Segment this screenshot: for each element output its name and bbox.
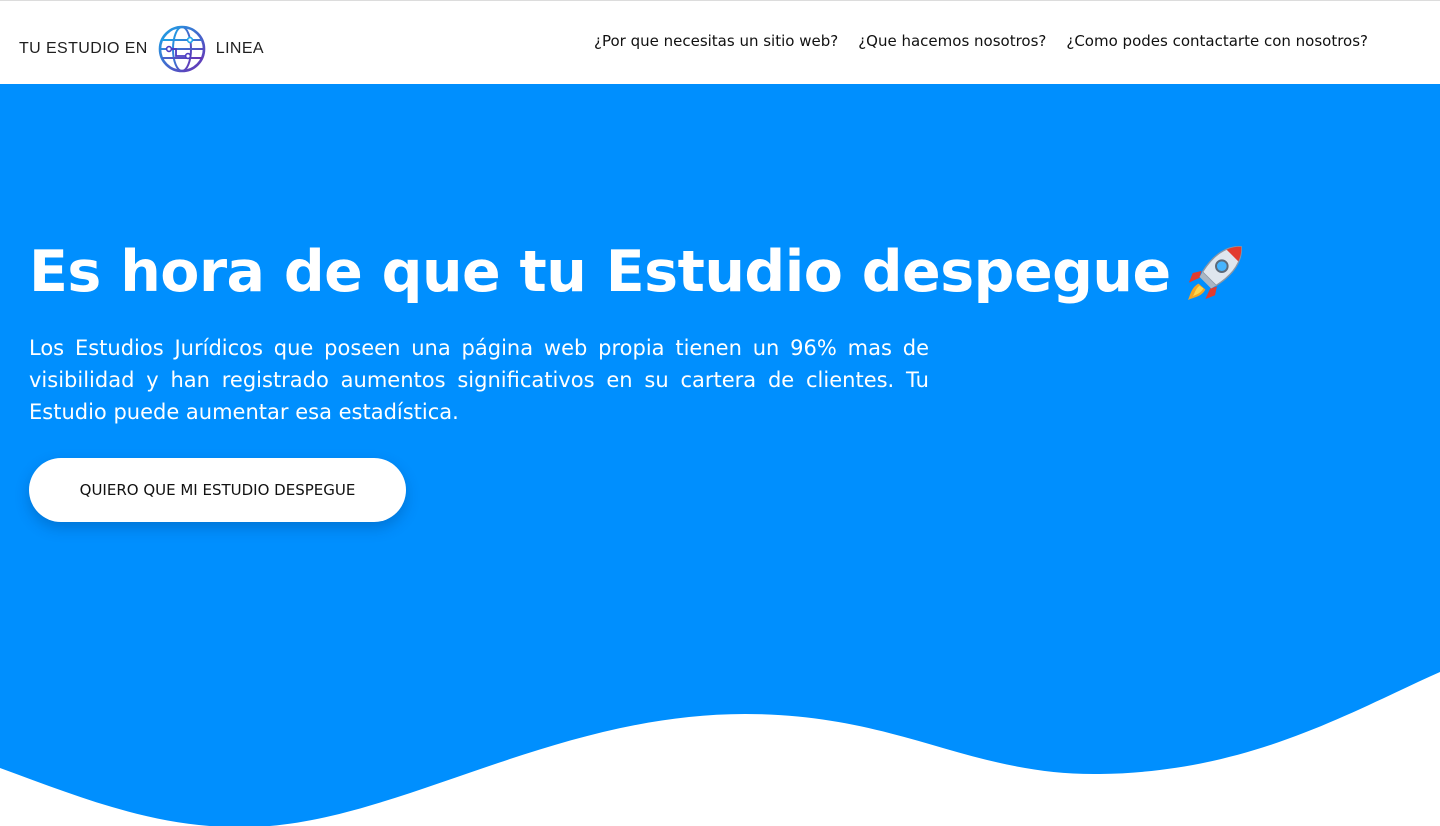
hero-description: Los Estudios Jurídicos que poseen una pá… <box>29 336 929 424</box>
main-nav: ¿Por que necesitas un sitio web? ¿Que ha… <box>594 31 1368 50</box>
site-logo[interactable]: TU ESTUDIO EN LINEA <box>19 23 264 75</box>
top-navigation-bar: TU ESTUDIO EN LINEA ¿Por que necesitas u… <box>0 0 1440 84</box>
hero-title-text: Es hora de que tu Estudio despegue <box>29 239 1171 305</box>
logo-text-left: TU ESTUDIO EN <box>19 40 148 57</box>
globe-icon <box>158 25 206 73</box>
hero-section: Es hora de que tu Estudio despegue Los E… <box>0 84 1440 826</box>
nav-link-contacto[interactable]: ¿Como podes contactarte con nosotros? <box>1066 32 1368 50</box>
rocket-icon <box>1187 246 1242 301</box>
wave-divider <box>0 672 1440 826</box>
cta-button[interactable]: QUIERO QUE MI ESTUDIO DESPEGUE <box>29 458 406 522</box>
nav-item: ¿Como podes contactarte con nosotros? <box>1066 31 1368 50</box>
hero-title: Es hora de que tu Estudio despegue <box>29 239 1247 305</box>
logo-text-right: LINEA <box>215 40 265 57</box>
nav-link-que-hacemos[interactable]: ¿Que hacemos nosotros? <box>858 32 1046 50</box>
nav-item: ¿Que hacemos nosotros? <box>858 31 1046 50</box>
nav-link-por-que-sitio-web[interactable]: ¿Por que necesitas un sitio web? <box>594 32 838 50</box>
page: TU ESTUDIO EN LINEA ¿Por que necesitas u… <box>0 0 1440 826</box>
nav-item: ¿Por que necesitas un sitio web? <box>594 31 838 50</box>
